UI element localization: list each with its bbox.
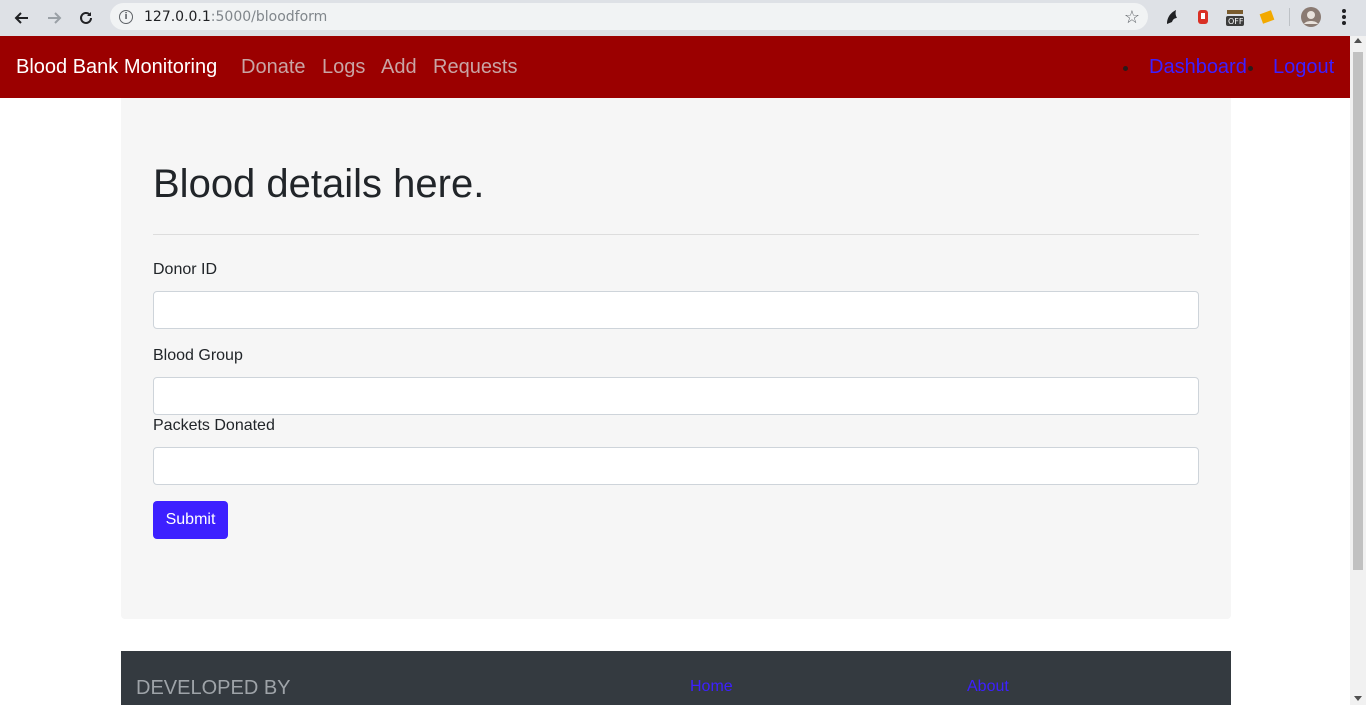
site-footer: DEVELOPED BY Home About: [121, 651, 1231, 705]
address-url: 127.0.0.1:5000/bloodform: [144, 8, 328, 25]
page-scrollbar[interactable]: [1350, 36, 1366, 705]
page-title: Blood details here.: [153, 162, 485, 206]
nav-link-donate[interactable]: Donate: [241, 56, 306, 79]
extension-icon[interactable]: [1161, 6, 1183, 28]
address-bar[interactable]: i 127.0.0.1:5000/bloodform ☆: [110, 3, 1148, 30]
menu-dots-icon[interactable]: [1333, 6, 1355, 28]
packets-donated-input[interactable]: [153, 447, 1199, 485]
back-arrow-icon[interactable]: [10, 6, 34, 30]
nav-link-logout[interactable]: Logout: [1273, 56, 1334, 79]
list-bullet: [1248, 66, 1253, 71]
donor-id-input[interactable]: [153, 291, 1199, 329]
nav-link-add[interactable]: Add: [381, 56, 417, 79]
list-bullet: [1123, 66, 1128, 71]
reload-icon[interactable]: [74, 6, 98, 30]
toolbar-divider: [1289, 8, 1290, 26]
submit-button[interactable]: Submit: [153, 501, 228, 539]
nav-link-dashboard[interactable]: Dashboard: [1149, 56, 1247, 79]
navbar-brand[interactable]: Blood Bank Monitoring: [16, 56, 217, 79]
info-icon[interactable]: i: [119, 9, 133, 24]
donor-id-label: Donor ID: [153, 261, 218, 278]
blood-form-panel: Blood details here. Donor ID Blood Group…: [121, 98, 1231, 619]
footer-link-home[interactable]: Home: [690, 678, 733, 696]
site-navbar: Blood Bank Monitoring Donate Logs Add Re…: [0, 36, 1350, 98]
blood-group-label: Blood Group: [153, 347, 243, 364]
footer-link-about[interactable]: About: [967, 678, 1009, 696]
scroll-down-arrow-icon[interactable]: [1354, 696, 1362, 701]
divider: [153, 234, 1199, 235]
nav-link-requests[interactable]: Requests: [433, 56, 518, 79]
scroll-up-arrow-icon[interactable]: [1354, 38, 1362, 43]
svg-text:OFF: OFF: [1228, 17, 1244, 26]
nav-link-logs[interactable]: Logs: [322, 56, 365, 79]
footer-developed-by: DEVELOPED BY: [136, 677, 291, 699]
extension-icon[interactable]: OFF: [1224, 6, 1246, 28]
extension-icon[interactable]: [1192, 6, 1214, 28]
profile-avatar-icon[interactable]: [1300, 6, 1322, 28]
browser-toolbar: i 127.0.0.1:5000/bloodform ☆ OFF: [0, 0, 1366, 36]
blood-group-input[interactable]: [153, 377, 1199, 415]
bookmark-star-icon[interactable]: ☆: [1124, 7, 1140, 28]
extension-icon[interactable]: [1256, 6, 1278, 28]
scrollbar-thumb[interactable]: [1353, 52, 1363, 570]
packets-donated-label: Packets Donated: [153, 417, 275, 434]
forward-arrow-icon[interactable]: [42, 6, 66, 30]
